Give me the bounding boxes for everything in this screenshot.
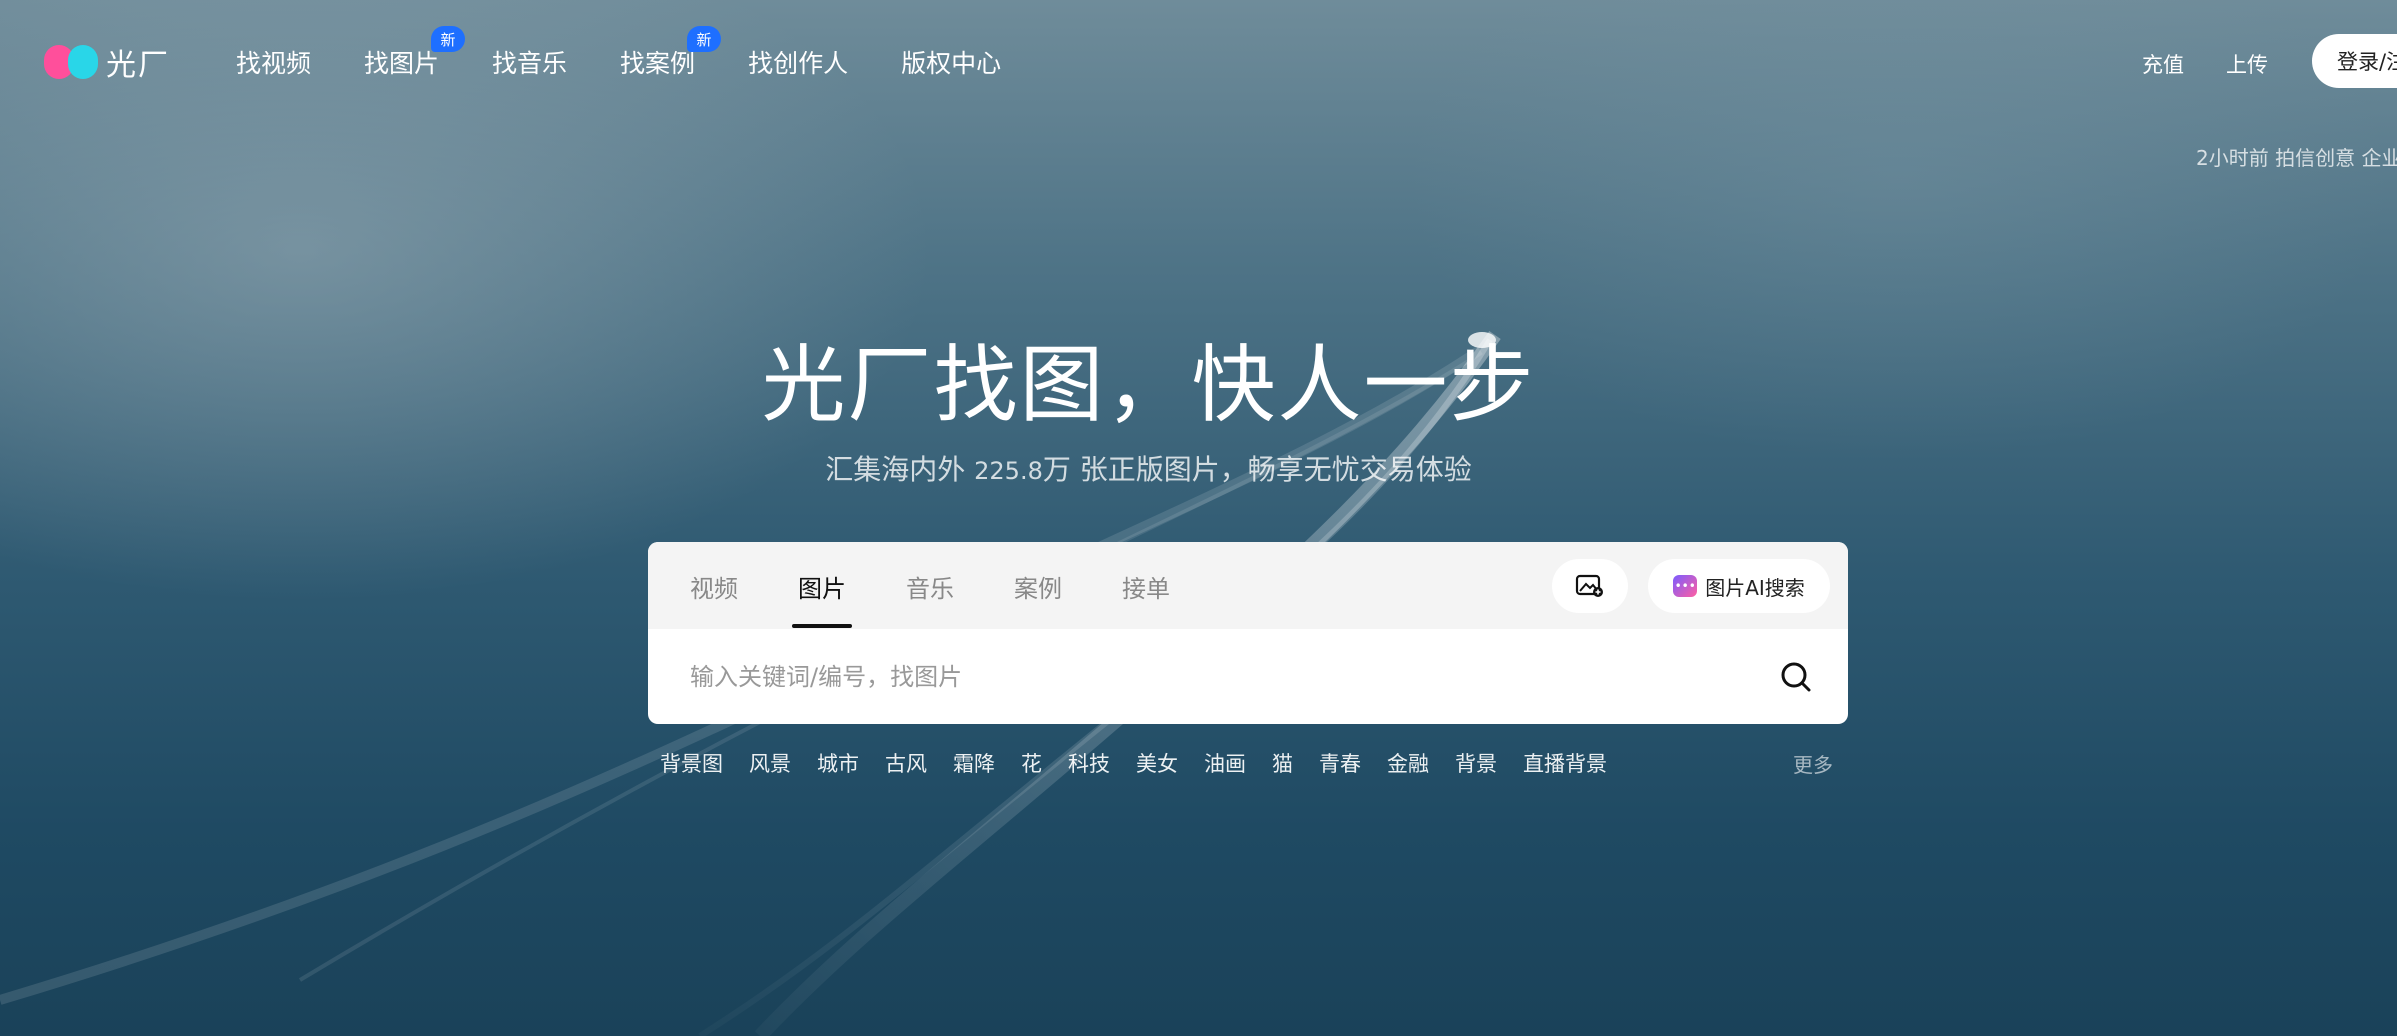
nav-item-label: 找案例: [620, 49, 696, 78]
ai-chat-icon: •••: [1673, 575, 1698, 597]
search-tabs: 视频 图片 音乐 案例 接单 ••• 图片AI搜索: [648, 542, 1848, 629]
more-tags-link[interactable]: 更多: [1793, 749, 1833, 778]
tag-link[interactable]: 猫: [1272, 748, 1293, 778]
tag-link[interactable]: 花: [1021, 748, 1042, 778]
image-search-button[interactable]: [1552, 559, 1628, 613]
search-card: 视频 图片 音乐 案例 接单 ••• 图片AI搜索: [648, 542, 1848, 724]
active-tab-indicator: [792, 624, 852, 628]
tag-link[interactable]: 美女: [1136, 748, 1178, 778]
tab-orders[interactable]: 接单: [1122, 569, 1170, 604]
tag-link[interactable]: 古风: [885, 748, 927, 778]
nav-item-copyright-center[interactable]: 版权中心: [901, 44, 1001, 80]
hero-title: 光厂找图，快人一步: [761, 336, 1536, 434]
nav-item-find-cases[interactable]: 找案例 新: [620, 26, 722, 80]
brand-logo[interactable]: 光厂: [44, 42, 170, 83]
hot-tags: 背景图 风景 城市 古风 霜降 花 科技 美女 油画 猫 青春 金融 背景 直播…: [660, 748, 1607, 778]
search-input[interactable]: [688, 651, 1742, 703]
nav-item-find-video[interactable]: 找视频: [236, 44, 311, 80]
tag-link[interactable]: 青春: [1319, 748, 1361, 778]
tab-video[interactable]: 视频: [690, 569, 738, 604]
tag-link[interactable]: 风景: [749, 748, 791, 778]
hero-subtitle: 汇集海内外 225.8万 张正版图片，畅享无忧交易体验: [0, 448, 2347, 488]
tag-link[interactable]: 背景图: [660, 748, 723, 778]
background-boat-wake: [0, 330, 1501, 1036]
top-navigation: 光厂 找视频 找图片 新 找音乐 找案例 新 找创作人 版权中心 充值 上传 登…: [0, 0, 2397, 122]
new-badge: 新: [687, 26, 722, 52]
nav-item-label: 版权中心: [901, 49, 1002, 78]
tag-link[interactable]: 油画: [1204, 748, 1246, 778]
nav-item-find-creators[interactable]: 找创作人: [748, 44, 848, 80]
tag-link[interactable]: 城市: [817, 748, 859, 778]
activity-ticker: 2小时前 拍信创意 企业: [2196, 146, 2397, 170]
nav-item-find-music[interactable]: 找音乐: [492, 44, 567, 80]
tag-link[interactable]: 背景: [1455, 748, 1497, 778]
login-register-button[interactable]: 登录/注: [2312, 34, 2397, 88]
nav-item-label: 找音乐: [492, 49, 568, 78]
nav-item-label: 找图片: [364, 49, 440, 78]
ai-search-label: 图片AI搜索: [1705, 575, 1805, 600]
main-nav: 找视频 找图片 新 找音乐 找案例 新 找创作人 版权中心: [236, 26, 1054, 80]
nav-item-find-images[interactable]: 找图片 新: [364, 26, 466, 80]
upload-link[interactable]: 上传: [2226, 49, 2268, 79]
tab-music[interactable]: 音乐: [906, 569, 954, 604]
hero-banner: 光厂 找视频 找图片 新 找音乐 找案例 新 找创作人 版权中心 充值 上传 登…: [0, 0, 2397, 1036]
recharge-link[interactable]: 充值: [2142, 49, 2184, 79]
hero-subtitle-prefix: 汇集海内外: [825, 453, 975, 486]
tag-link[interactable]: 科技: [1068, 748, 1110, 778]
nav-item-label: 找视频: [236, 49, 312, 78]
new-badge: 新: [431, 26, 466, 52]
hero-image-count: 225.8: [974, 457, 1043, 485]
tag-link[interactable]: 霜降: [953, 748, 995, 778]
logo-mark-cyan: [68, 45, 98, 79]
tag-link[interactable]: 直播背景: [1523, 748, 1607, 778]
tag-link[interactable]: 金融: [1387, 748, 1429, 778]
ai-image-search-button[interactable]: ••• 图片AI搜索: [1648, 559, 1830, 613]
nav-item-label: 找创作人: [748, 49, 849, 78]
search-row: [648, 629, 1848, 724]
header-right-links: 充值 上传: [2142, 49, 2310, 79]
image-search-icon: [1575, 574, 1603, 597]
hero-subtitle-suffix: 万 张正版图片，畅享无忧交易体验: [1042, 453, 1472, 486]
tab-cases[interactable]: 案例: [1014, 569, 1062, 604]
brand-name: 光厂: [106, 48, 170, 83]
search-icon[interactable]: [1778, 659, 1814, 695]
tab-images[interactable]: 图片: [798, 569, 846, 604]
